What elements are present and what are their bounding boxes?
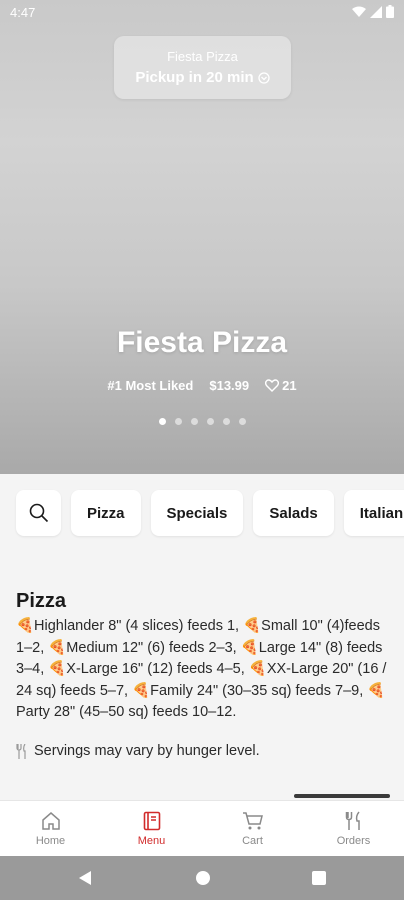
chevron-circle-icon <box>258 71 270 84</box>
carousel-dot[interactable] <box>190 418 198 425</box>
item-image-edge <box>294 794 390 798</box>
store-name: Fiesta Pizza <box>167 49 238 64</box>
menu-section: Pizza 🍕Highlander 8" (4 slices) feeds 1,… <box>0 552 404 772</box>
hero-title: Fiesta Pizza <box>116 326 288 359</box>
category-chip-pizza[interactable]: Pizza <box>71 490 141 536</box>
search-button[interactable] <box>16 490 61 536</box>
category-chip-italian[interactable]: Italian <box>343 490 404 536</box>
most-liked-badge: #1 Most Liked <box>107 378 194 393</box>
search-icon <box>29 503 48 523</box>
nav-menu-label: Menu <box>137 834 166 847</box>
servings-note-text: Servings may vary by hunger level. <box>34 743 260 759</box>
carousel-dot[interactable] <box>238 418 246 425</box>
utensils-icon <box>345 811 360 830</box>
like-count: 21 <box>282 378 297 393</box>
status-icons <box>352 5 394 18</box>
section-description: 🍕Highlander 8" (4 slices) feeds 1, 🍕Smal… <box>16 618 387 720</box>
category-bar: Pizza Specials Salads Italian <box>0 474 404 552</box>
nav-cart-label: Cart <box>242 834 263 847</box>
item-card-peek <box>0 772 404 802</box>
system-navigation-bar <box>0 856 404 900</box>
wifi-icon <box>352 6 366 17</box>
home-icon <box>41 811 60 830</box>
carousel-dot[interactable] <box>174 418 182 425</box>
servings-note: Servings may vary by hunger level. <box>16 743 260 759</box>
fork-knife-icon <box>16 743 26 759</box>
status-time: 4:47 <box>10 5 36 20</box>
cart-icon <box>242 811 263 829</box>
nav-home-label: Home <box>35 834 66 847</box>
category-chip-specials[interactable]: Specials <box>150 490 244 536</box>
signal-icon <box>370 5 382 18</box>
status-bar: 4:47 <box>0 0 404 26</box>
nav-orders-label: Orders <box>336 834 371 847</box>
category-chip-salads[interactable]: Salads <box>253 490 334 536</box>
battery-icon <box>386 5 394 18</box>
hero-meta: #1 Most Liked $13.99 21 <box>0 378 404 393</box>
nav-home[interactable]: Home <box>0 801 101 856</box>
pickup-selector[interactable]: Fiesta Pizza Pickup in 20 min <box>114 36 291 99</box>
bottom-nav: Home Menu Cart Orders <box>0 800 404 856</box>
like-button[interactable]: 21 <box>265 378 297 393</box>
section-title: Pizza <box>16 590 67 612</box>
carousel-dots[interactable] <box>0 418 404 425</box>
home-button[interactable] <box>196 871 210 885</box>
menu-book-icon <box>143 811 160 830</box>
price: $13.99 <box>209 378 250 393</box>
nav-cart[interactable]: Cart <box>202 801 303 856</box>
hero-banner: 4:47 Fiesta Pizza Pickup in 20 min Fiest… <box>0 0 404 474</box>
pickup-text: Pickup in 20 min <box>135 69 254 86</box>
carousel-dot[interactable] <box>206 418 214 425</box>
recents-button[interactable] <box>312 871 326 885</box>
pickup-time: Pickup in 20 min <box>114 69 291 86</box>
heart-icon <box>265 379 280 392</box>
nav-menu[interactable]: Menu <box>101 801 202 856</box>
carousel-dot[interactable] <box>158 418 166 425</box>
nav-orders[interactable]: Orders <box>303 801 404 856</box>
carousel-dot[interactable] <box>222 418 230 425</box>
back-icon[interactable] <box>78 871 92 885</box>
